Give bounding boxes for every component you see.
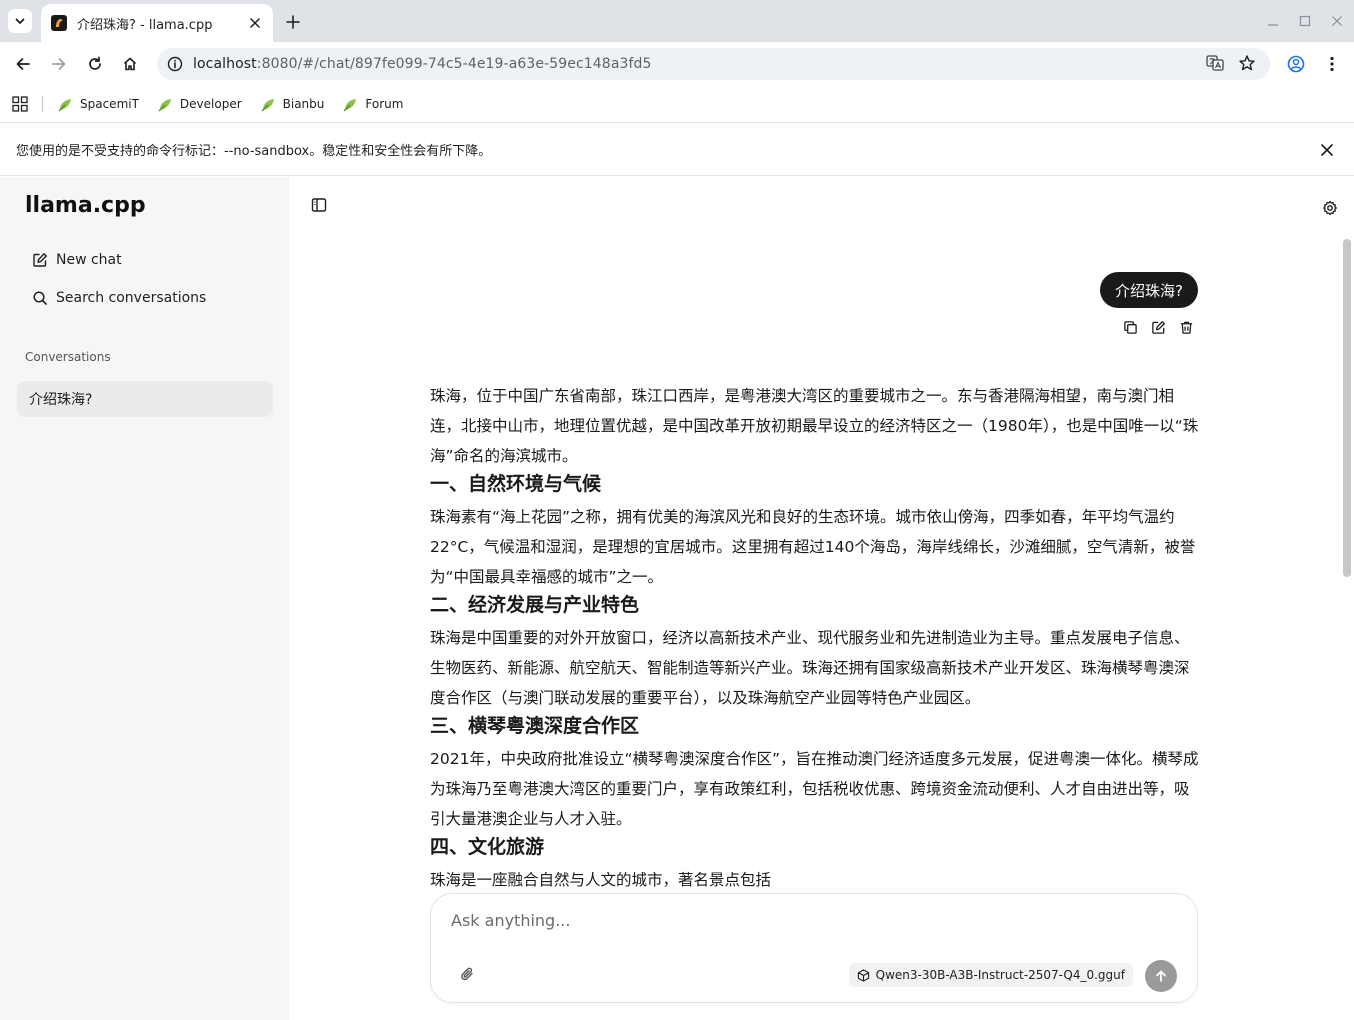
tab-strip: 介绍珠海? - llama.cpp: [0, 0, 1354, 42]
section-body: 2021年，中央政府批准设立“横琴粤澳深度合作区”，旨在推动澳门经济适度多元发展…: [430, 750, 1199, 828]
model-selector[interactable]: Qwen3-30B-A3B-Instruct-2507-Q4_0.gguf: [848, 963, 1133, 987]
section-body: 珠海素有“海上花园”之称，拥有优美的海滨风光和良好的生态环境。城市依山傍海，四季…: [430, 508, 1196, 586]
conversations-heading: Conversations: [25, 350, 111, 364]
leaf-icon: [57, 96, 73, 112]
new-tab-icon[interactable]: [282, 11, 304, 33]
translate-icon[interactable]: [1206, 54, 1224, 72]
new-chat-label: New chat: [56, 252, 122, 268]
home-icon[interactable]: [118, 52, 142, 76]
section-heading: 二、经济发展与产业特色: [430, 594, 640, 616]
tab-search-button[interactable]: [8, 9, 32, 33]
search-label: Search conversations: [56, 290, 207, 306]
active-tab[interactable]: 介绍珠海? - llama.cpp: [41, 4, 273, 42]
bookmark-label: SpacemiT: [80, 97, 139, 111]
browser-toolbar: localhost:8080/#/chat/897fe099-74c5-4e19…: [0, 42, 1354, 86]
bookmarks-bar: SpacemiT Developer Bianbu Forum: [0, 86, 1354, 122]
arrow-up-icon: [1154, 969, 1168, 983]
answer-intro: 珠海，位于中国广东省南部，珠江口西岸，是粤港澳大湾区的重要城市之一。东与香港隔海…: [430, 387, 1199, 465]
trash-icon[interactable]: [1178, 319, 1194, 335]
forward-arrow-icon[interactable]: [47, 52, 71, 76]
leaf-icon: [157, 96, 173, 112]
copy-icon[interactable]: [1122, 319, 1138, 335]
apps-grid-icon[interactable]: [12, 96, 28, 112]
bookmark-developer[interactable]: Developer: [157, 96, 242, 112]
search-conversations-button[interactable]: Search conversations: [32, 290, 206, 306]
profile-icon[interactable]: [1284, 52, 1308, 76]
model-name: Qwen3-30B-A3B-Instruct-2507-Q4_0.gguf: [875, 968, 1125, 982]
reload-icon[interactable]: [83, 52, 107, 76]
address-bar[interactable]: localhost:8080/#/chat/897fe099-74c5-4e19…: [157, 48, 1270, 80]
site-info-icon[interactable]: [167, 56, 183, 72]
unsupported-flag-infobar: 您使用的是不受支持的命令行标记：--no-sandbox。稳定性和安全性会有所下…: [0, 122, 1354, 176]
paperclip-icon[interactable]: [459, 966, 477, 984]
tab-title: 介绍珠海? - llama.cpp: [77, 17, 213, 33]
chat-composer: Qwen3-30B-A3B-Instruct-2507-Q4_0.gguf: [430, 893, 1198, 1003]
chat-area: 介绍珠海? 珠海，位于中国广东省南部，珠江口西岸，是粤港澳大湾区的重要城市之一。…: [289, 177, 1354, 1020]
infobar-message: 您使用的是不受支持的命令行标记：--no-sandbox。稳定性和安全性会有所下…: [16, 143, 492, 159]
close-infobar-icon[interactable]: [1318, 141, 1336, 159]
sidebar: llama.cpp New chat Search conversations …: [0, 177, 289, 1020]
app-brand: llama.cpp: [25, 193, 146, 218]
message-actions: [1122, 319, 1194, 335]
bookmark-label: Forum: [365, 97, 404, 111]
bookmark-spacemit[interactable]: SpacemiT: [57, 96, 139, 112]
settings-button[interactable]: [1290, 177, 1354, 239]
section-heading: 三、横琴粤澳深度合作区: [430, 715, 640, 737]
section-body: 珠海是中国重要的对外开放窗口，经济以高新技术产业、现代服务业和先进制造业为主导。…: [430, 629, 1190, 707]
sidebar-toggle-icon[interactable]: [311, 197, 331, 217]
scrollbar-thumb[interactable]: [1343, 239, 1351, 577]
url-path: :8080/#/chat/897fe099-74c5-4e19-a63e-59e…: [256, 56, 652, 72]
bookmark-bianbu[interactable]: Bianbu: [260, 96, 325, 112]
llama-favicon-icon: [51, 15, 67, 31]
new-chat-button[interactable]: New chat: [32, 252, 122, 268]
chevron-down-icon: [14, 15, 26, 27]
more-menu-icon[interactable]: [1320, 52, 1344, 76]
assistant-message: 珠海，位于中国广东省南部，珠江口西岸，是粤港澳大湾区的重要城市之一。东与香港隔海…: [430, 381, 1200, 895]
back-arrow-icon[interactable]: [11, 52, 35, 76]
cube-icon: [857, 968, 870, 982]
edit-icon[interactable]: [1150, 319, 1166, 335]
section-heading: 一、自然环境与气候: [430, 473, 602, 495]
bookmark-label: Developer: [179, 97, 242, 111]
section-body: 珠海是一座融合自然与人文的城市，著名景点包括: [430, 871, 772, 889]
leaf-icon: [260, 96, 276, 112]
chat-input[interactable]: [451, 908, 1171, 932]
url-text: localhost:8080/#/chat/897fe099-74c5-4e19…: [193, 56, 652, 72]
bookmark-star-icon[interactable]: [1238, 54, 1256, 72]
url-host: localhost: [193, 56, 257, 72]
send-button[interactable]: [1145, 960, 1177, 992]
close-tab-icon[interactable]: [247, 15, 263, 31]
leaf-icon: [342, 96, 358, 112]
search-icon: [32, 290, 48, 306]
bookmark-forum[interactable]: Forum: [342, 96, 403, 112]
conversation-item[interactable]: 介绍珠海?: [17, 381, 273, 417]
user-message: 介绍珠海?: [1100, 272, 1198, 308]
gear-icon: [1322, 200, 1338, 216]
section-heading: 四、文化旅游: [430, 836, 545, 858]
maximize-icon[interactable]: [1296, 12, 1314, 30]
close-window-icon[interactable]: [1328, 12, 1346, 30]
edit-square-icon: [32, 252, 48, 268]
minimize-icon[interactable]: [1264, 12, 1282, 30]
bookmark-label: Bianbu: [282, 97, 325, 111]
